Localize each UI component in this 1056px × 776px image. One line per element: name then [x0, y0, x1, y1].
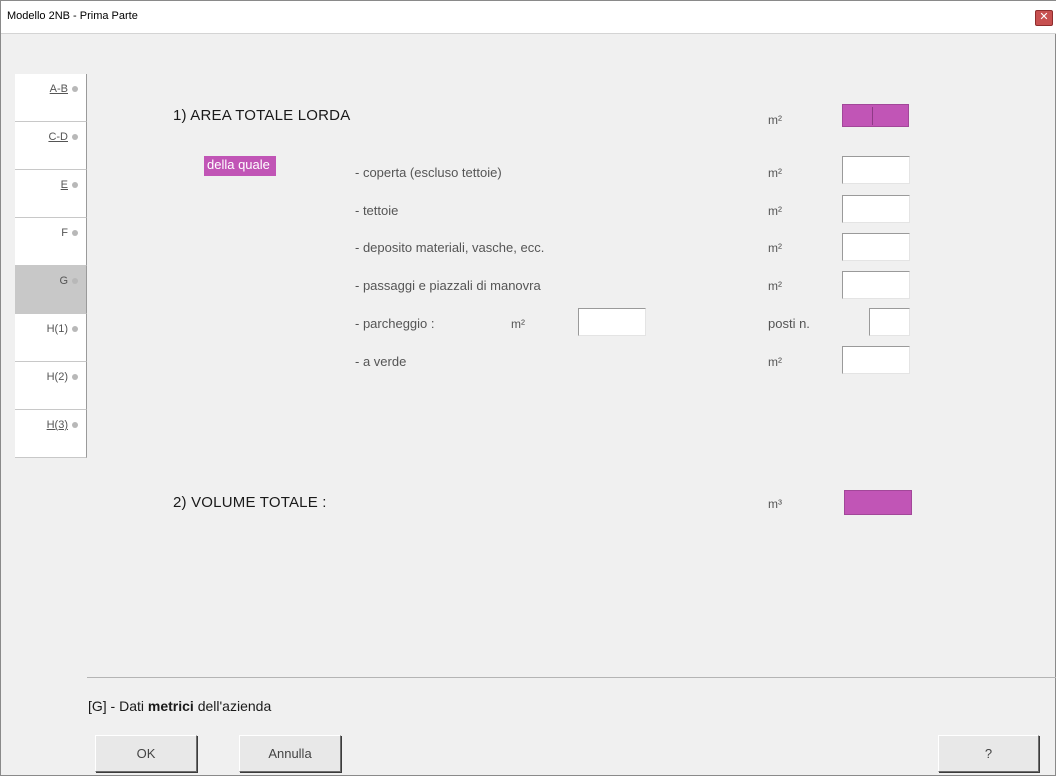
- tab-h2[interactable]: H(2): [15, 362, 87, 410]
- section-description-prefix: [G] - Dati: [88, 698, 148, 714]
- parcheggio-unit: m²: [511, 317, 525, 331]
- tettoie-input[interactable]: [842, 195, 910, 223]
- coperta-unit: m²: [768, 166, 782, 180]
- status-dot-icon: [72, 374, 78, 380]
- tab-label: C-D: [48, 131, 68, 143]
- volume-totale-heading: 2) VOLUME TOTALE :: [173, 494, 327, 511]
- area-totale-unit: m²: [768, 113, 782, 127]
- close-icon: ✕: [1039, 10, 1049, 23]
- tab-h3[interactable]: H(3): [15, 410, 87, 458]
- footer-divider: [87, 677, 1056, 678]
- section-description: [G] - Dati metrici dell'azienda: [88, 698, 271, 714]
- tab-h1[interactable]: H(1): [15, 314, 87, 362]
- status-dot-icon: [72, 230, 78, 236]
- deposito-input[interactable]: [842, 233, 910, 261]
- volume-totale-unit: m³: [768, 497, 782, 511]
- passaggi-label: - passaggi e piazzali di manovra: [355, 278, 541, 293]
- deposito-unit: m²: [768, 241, 782, 255]
- field-divider: [872, 107, 873, 125]
- area-totale-heading: 1) AREA TOTALE LORDA: [173, 107, 351, 124]
- status-dot-icon: [72, 86, 78, 92]
- window-title: Modello 2NB - Prima Parte: [7, 10, 138, 22]
- coperta-label: - coperta (escluso tettoie): [355, 165, 502, 180]
- tettoie-label: - tettoie: [355, 203, 399, 218]
- volume-totale-field[interactable]: [844, 490, 912, 515]
- parcheggio-input[interactable]: [578, 308, 646, 336]
- title-bar: Modello 2NB - Prima Parte ✕: [1, 1, 1056, 34]
- verde-input[interactable]: [842, 346, 910, 374]
- tab-g[interactable]: G: [15, 266, 87, 314]
- status-dot-icon: [72, 278, 78, 284]
- status-dot-icon: [72, 422, 78, 428]
- posti-label: posti n.: [768, 316, 810, 331]
- status-dot-icon: [72, 182, 78, 188]
- passaggi-unit: m²: [768, 279, 782, 293]
- tab-label: A-B: [49, 83, 68, 95]
- status-dot-icon: [72, 326, 78, 332]
- tab-label: H(2): [46, 371, 68, 383]
- tab-label: H(3): [46, 419, 68, 431]
- tettoie-unit: m²: [768, 204, 782, 218]
- help-button[interactable]: ?: [938, 735, 1039, 772]
- section-description-bold: metrici: [147, 698, 194, 714]
- dialog-window: Modello 2NB - Prima Parte ✕ A-B C-D E F …: [0, 0, 1056, 776]
- verde-unit: m²: [768, 355, 782, 369]
- tab-label: E: [60, 179, 68, 191]
- tab-e[interactable]: E: [15, 170, 87, 218]
- status-dot-icon: [72, 134, 78, 140]
- posti-input[interactable]: [869, 308, 910, 336]
- ok-button[interactable]: OK: [95, 735, 197, 772]
- verde-label: - a verde: [355, 354, 407, 369]
- section-description-suffix: dell'azienda: [193, 698, 272, 714]
- cancel-button[interactable]: Annulla: [239, 735, 341, 772]
- close-button[interactable]: ✕: [1035, 10, 1053, 26]
- tab-label: G: [59, 275, 68, 287]
- tab-label: F: [61, 227, 68, 239]
- della-quale-label: della quale: [204, 156, 276, 176]
- tab-a-b[interactable]: A-B: [15, 74, 87, 122]
- tab-c-d[interactable]: C-D: [15, 122, 87, 170]
- deposito-label: - deposito materiali, vasche, ecc.: [355, 240, 545, 255]
- coperta-input[interactable]: [842, 156, 910, 184]
- tab-label: H(1): [46, 323, 68, 335]
- area-totale-field[interactable]: [842, 104, 909, 127]
- parcheggio-label: - parcheggio :: [355, 316, 435, 331]
- passaggi-input[interactable]: [842, 271, 910, 299]
- tab-f[interactable]: F: [15, 218, 87, 266]
